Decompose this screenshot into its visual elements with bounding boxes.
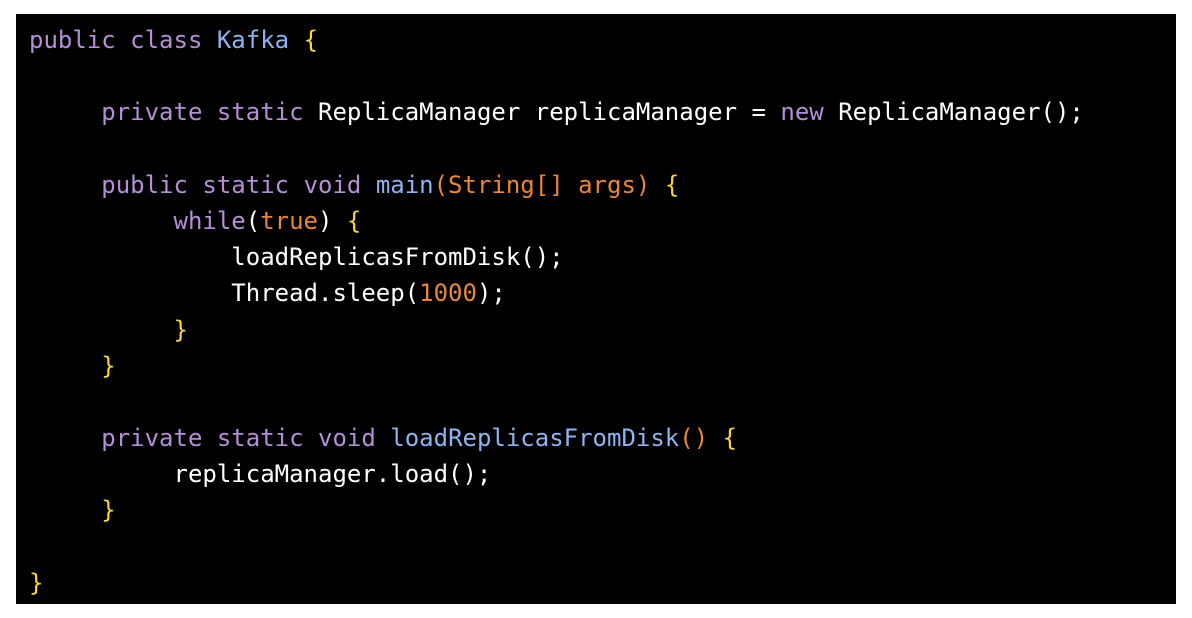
code-token-plain: ReplicaManager bbox=[823, 98, 1041, 127]
code-token-punct: ( bbox=[245, 206, 261, 235]
code-token-brace: } bbox=[101, 351, 116, 380]
code-token-punct: (); bbox=[1040, 98, 1084, 127]
code-line: } bbox=[29, 565, 1084, 601]
code-line: private static ReplicaManager replicaMan… bbox=[29, 94, 1084, 130]
code-line: } bbox=[29, 312, 1084, 348]
code-token-function: loadReplicasFromDisk bbox=[390, 424, 680, 453]
code-token-function: main bbox=[375, 170, 434, 199]
code-token-plain: Thread.sleep( bbox=[231, 279, 420, 308]
code-token-brace: } bbox=[101, 496, 116, 525]
code-token-brace: } bbox=[29, 568, 44, 597]
code-line: } bbox=[29, 492, 1084, 528]
code-token-keyword: static bbox=[202, 170, 290, 199]
code-line: replicaManager.load(); bbox=[29, 456, 1084, 492]
code-token-brace: { bbox=[303, 26, 319, 54]
code-token-type: Kafka bbox=[216, 26, 290, 54]
code-block: public class Kafka { private static Repl… bbox=[29, 22, 1084, 601]
code-token-punct: ) bbox=[318, 206, 347, 235]
code-line: public class Kafka { bbox=[29, 22, 1084, 58]
code-line: public static void main(String[] args) { bbox=[29, 167, 1084, 203]
code-token-plain: ReplicaManager replicaManager = bbox=[303, 98, 781, 127]
code-token-param: () bbox=[679, 424, 709, 453]
code-token-keyword: private bbox=[101, 98, 203, 127]
code-token-keyword: class bbox=[130, 26, 203, 54]
code-line: Thread.sleep(1000); bbox=[29, 275, 1084, 311]
code-token-plain: loadReplicasFromDisk(); bbox=[231, 243, 564, 272]
code-token-param: (String[] args) bbox=[433, 170, 651, 199]
code-token-punct: ); bbox=[476, 279, 506, 308]
code-token-brace: } bbox=[173, 315, 188, 344]
code-token-keyword: void bbox=[318, 424, 376, 453]
code-token-brace: { bbox=[664, 170, 680, 199]
code-line: } bbox=[29, 348, 1084, 384]
code-token-keyword: static bbox=[216, 424, 304, 453]
code-panel: public class Kafka { private static Repl… bbox=[16, 14, 1176, 604]
code-token-brace: { bbox=[346, 206, 362, 235]
code-token-keyword: private bbox=[101, 424, 203, 453]
code-token-literal: true bbox=[260, 206, 318, 235]
code-token-brace: { bbox=[722, 424, 738, 453]
code-line: loadReplicasFromDisk(); bbox=[29, 239, 1084, 275]
code-token-keyword: while bbox=[173, 206, 246, 235]
code-token-keyword: new bbox=[780, 98, 824, 127]
code-token-keyword: static bbox=[216, 98, 304, 127]
code-token-plain: replicaManager.load(); bbox=[173, 460, 492, 489]
code-line: private static void loadReplicasFromDisk… bbox=[29, 420, 1084, 456]
code-line: while(true) { bbox=[29, 203, 1084, 239]
code-token-keyword: void bbox=[303, 170, 362, 199]
code-token-number: 1000 bbox=[419, 279, 477, 308]
code-token-keyword: public bbox=[101, 170, 188, 199]
code-token-keyword: public bbox=[29, 26, 116, 54]
